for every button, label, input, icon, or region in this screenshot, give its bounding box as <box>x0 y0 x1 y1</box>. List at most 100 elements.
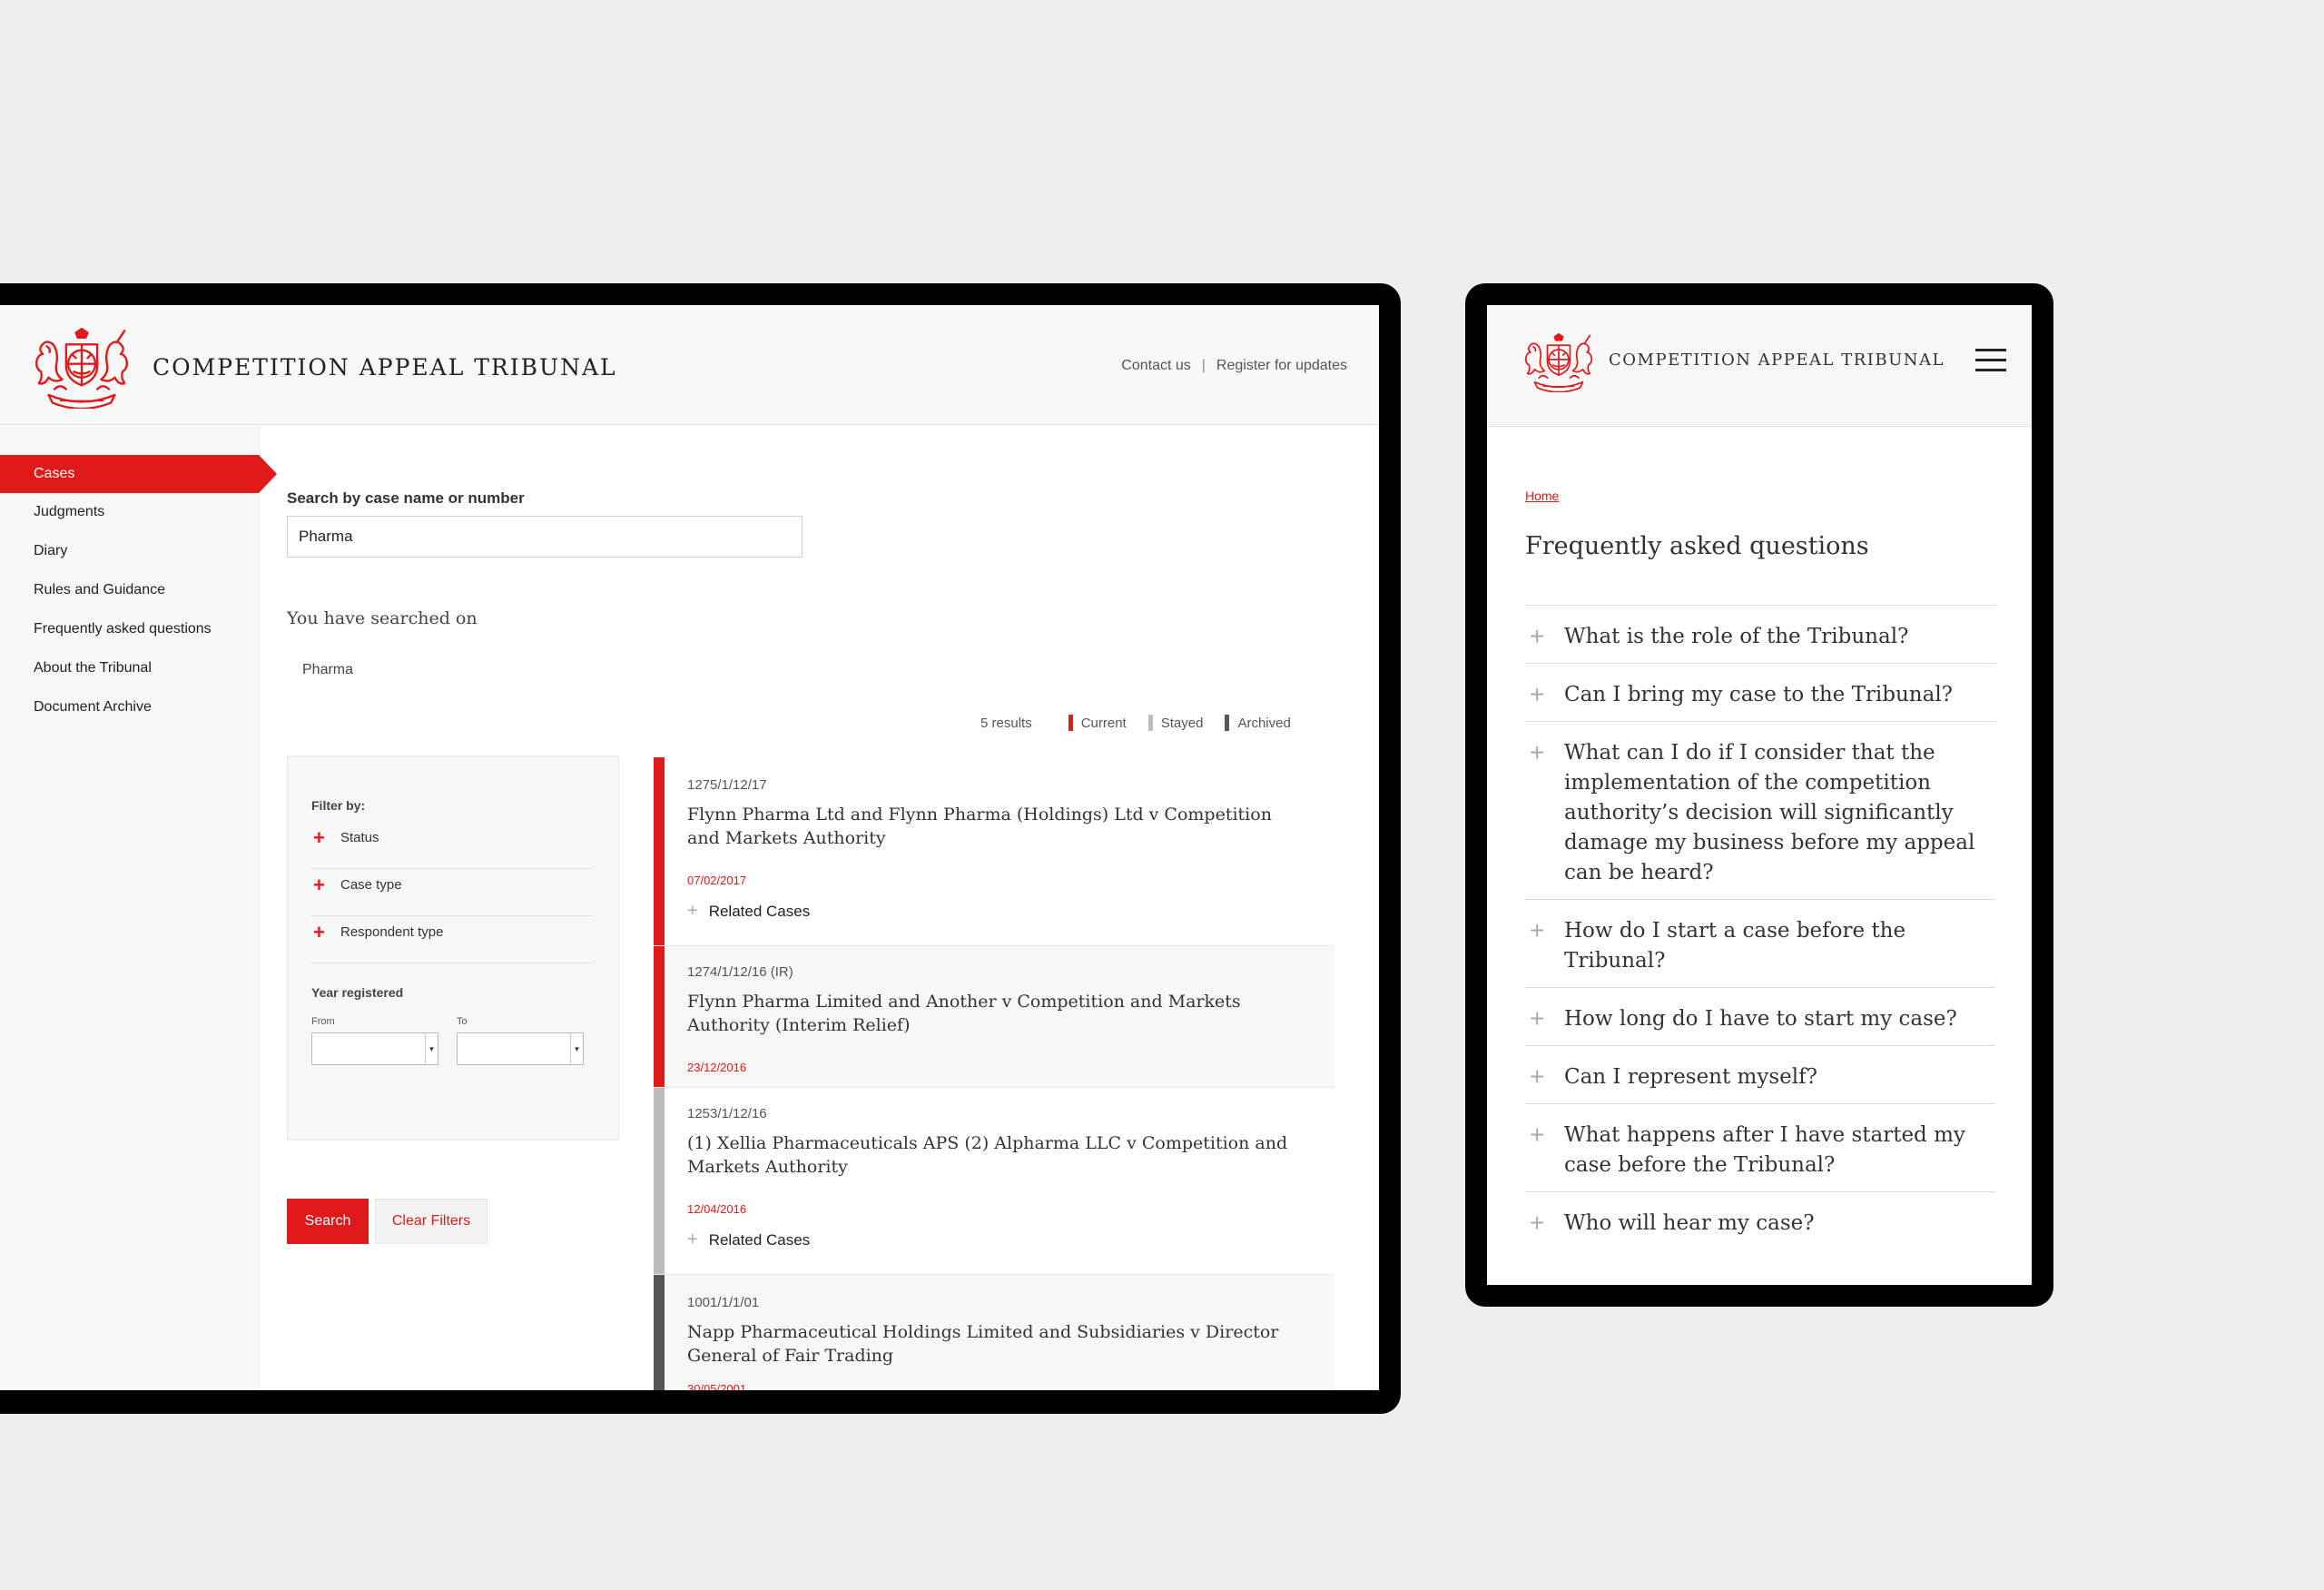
faq-item[interactable]: + What is the role of the Tribunal? <box>1525 605 1995 663</box>
case-title[interactable]: Napp Pharmaceutical Holdings Limited and… <box>687 1320 1305 1368</box>
plus-icon: + <box>313 826 325 849</box>
legend-archived: Archived <box>1225 715 1291 731</box>
header-links: Contact us | Register for updates <box>1121 358 1347 374</box>
faq-item[interactable]: + What happens after I have started my ca… <box>1525 1103 1995 1191</box>
plus-icon: + <box>1530 916 1545 944</box>
case-result-item[interactable]: 1275/1/12/17 Flynn Pharma Ltd and Flynn … <box>654 757 1334 946</box>
related-cases-toggle[interactable]: + Related Cases <box>687 901 810 922</box>
plus-icon: + <box>1530 1004 1545 1032</box>
related-cases-label: Related Cases <box>708 903 811 920</box>
faq-list: + What is the role of the Tribunal? + Can … <box>1525 605 1995 1249</box>
year-from-select[interactable]: ▾ <box>311 1032 438 1065</box>
legend-label-current: Current <box>1080 715 1127 731</box>
case-title[interactable]: Flynn Pharma Limited and Another v Compe… <box>687 990 1305 1037</box>
case-number: 1253/1/12/16 <box>687 1106 767 1121</box>
filter-respondent-type[interactable]: + Respondent type <box>311 916 593 963</box>
filter-status-label: Status <box>340 830 379 845</box>
sidebar-item-cases[interactable]: Cases <box>0 455 277 493</box>
legend-swatch-current <box>1068 715 1073 731</box>
case-result-item[interactable]: 1253/1/12/16 (1) Xellia Pharmaceuticals … <box>654 1088 1334 1275</box>
sidebar-item-document-archive[interactable]: Document Archive <box>0 688 260 726</box>
site-title[interactable]: COMPETITION APPEAL TRIBUNAL <box>1609 351 1945 370</box>
plus-icon: + <box>687 1230 698 1249</box>
search-button[interactable]: Search <box>287 1199 369 1244</box>
status-bar-current <box>654 946 665 1087</box>
related-cases-toggle[interactable]: + Related Cases <box>687 1230 810 1250</box>
plus-icon: + <box>1530 622 1545 650</box>
faq-question: How long do I have to start my case? <box>1564 1007 1957 1031</box>
results-summary: 5 results Current Stayed Archived <box>980 715 1291 731</box>
royal-crest-logo[interactable] <box>33 327 131 409</box>
from-label: From <box>311 1016 335 1027</box>
faq-item[interactable]: + What can I do if I consider that the im… <box>1525 721 1995 899</box>
legend-swatch-archived <box>1225 715 1230 731</box>
faq-item[interactable]: + Can I bring my case to the Tribunal? <box>1525 663 1995 721</box>
faq-question: Who will hear my case? <box>1564 1211 1815 1235</box>
faq-question: How do I start a case before the Tribuna… <box>1564 919 1906 973</box>
faq-item[interactable]: + How long do I have to start my case? <box>1525 987 1995 1045</box>
chevron-down-icon: ▾ <box>425 1033 438 1064</box>
faq-question: What happens after I have started my cas… <box>1564 1123 1965 1177</box>
sidebar-item-diary[interactable]: Diary <box>0 532 260 570</box>
plus-icon: + <box>1530 738 1545 766</box>
plus-icon: + <box>1530 680 1545 708</box>
breadcrumb-home-link[interactable]: Home <box>1525 489 1559 503</box>
filter-case-type-label: Case type <box>340 877 402 893</box>
related-cases-label: Related Cases <box>708 1231 811 1249</box>
royal-crest-logo[interactable] <box>1523 332 1594 392</box>
case-title[interactable]: Flynn Pharma Ltd and Flynn Pharma (Holdi… <box>687 803 1305 850</box>
faq-question: What is the role of the Tribunal? <box>1564 625 1909 648</box>
legend-label-archived: Archived <box>1237 715 1291 731</box>
contact-us-link[interactable]: Contact us <box>1121 358 1190 373</box>
case-number: 1274/1/12/16 (IR) <box>687 964 793 980</box>
status-bar-current <box>654 757 665 945</box>
searched-on-heading: You have searched on <box>287 608 478 628</box>
faq-question: What can I do if I consider that the imp… <box>1564 741 1975 884</box>
sidebar-item-rules-and-guidance[interactable]: Rules and Guidance <box>0 571 260 609</box>
page-title: Frequently asked questions <box>1525 532 1869 560</box>
searched-term-tag[interactable]: Pharma <box>302 662 353 678</box>
legend-stayed: Stayed <box>1147 715 1204 731</box>
hamburger-menu-icon[interactable] <box>1975 349 2006 372</box>
site-title[interactable]: COMPETITION APPEAL TRIBUNAL <box>153 354 617 380</box>
status-bar-archived <box>654 1275 665 1390</box>
results-count: 5 results <box>980 715 1032 731</box>
faq-item[interactable]: + How do I start a case before the Tribun… <box>1525 899 1995 987</box>
case-result-item[interactable]: 1274/1/12/16 (IR) Flynn Pharma Limited a… <box>654 946 1334 1088</box>
mobile-header: COMPETITION APPEAL TRIBUNAL <box>1487 305 2032 427</box>
clear-filters-button[interactable]: Clear Filters <box>375 1199 487 1244</box>
plus-icon: + <box>1530 1121 1545 1149</box>
sidebar-nav: Cases Judgments Diary Rules and Guidance… <box>0 426 277 1390</box>
faq-item[interactable]: + Can I represent myself? <box>1525 1045 1995 1103</box>
mobile-device-frame: COMPETITION APPEAL TRIBUNAL Home Frequen… <box>1465 283 2053 1307</box>
year-to-select[interactable]: ▾ <box>457 1032 584 1065</box>
legend-swatch-stayed <box>1147 715 1153 731</box>
sidebar-item-about[interactable]: About the Tribunal <box>0 649 260 687</box>
case-date: 30/05/2001 <box>687 1382 747 1390</box>
case-number: 1001/1/1/01 <box>687 1295 760 1310</box>
desktop-screen: COMPETITION APPEAL TRIBUNAL Contact us | R… <box>0 305 1379 1390</box>
desktop-header: COMPETITION APPEAL TRIBUNAL Contact us | R… <box>0 305 1379 425</box>
status-bar-stayed <box>654 1088 665 1274</box>
search-input[interactable] <box>287 516 803 558</box>
register-for-updates-link[interactable]: Register for updates <box>1216 358 1347 373</box>
filter-case-type[interactable]: + Case type <box>311 869 593 916</box>
plus-icon: + <box>687 901 698 921</box>
year-registered-label: Year registered <box>311 985 404 1000</box>
search-label: Search by case name or number <box>287 489 525 507</box>
filter-panel: Filter by: + Status + Case type + Responden… <box>287 755 619 1141</box>
sidebar-item-faq[interactable]: Frequently asked questions <box>0 610 260 648</box>
desktop-device-frame: COMPETITION APPEAL TRIBUNAL Contact us | R… <box>0 283 1401 1414</box>
case-result-item[interactable]: 1001/1/1/01 Napp Pharmaceutical Holdings… <box>654 1275 1334 1390</box>
case-title[interactable]: (1) Xellia Pharmaceuticals APS (2) Alpha… <box>687 1131 1305 1179</box>
legend-label-stayed: Stayed <box>1160 715 1204 731</box>
plus-icon: + <box>1530 1209 1545 1237</box>
plus-icon: + <box>313 874 325 896</box>
plus-icon: + <box>313 921 325 943</box>
case-date: 07/02/2017 <box>687 874 747 887</box>
faq-item[interactable]: + Who will hear my case? <box>1525 1191 1995 1249</box>
sidebar-item-judgments[interactable]: Judgments <box>0 493 260 531</box>
filter-status[interactable]: + Status <box>311 822 593 869</box>
faq-question: Can I represent myself? <box>1564 1065 1817 1089</box>
legend-current: Current <box>1068 715 1127 731</box>
